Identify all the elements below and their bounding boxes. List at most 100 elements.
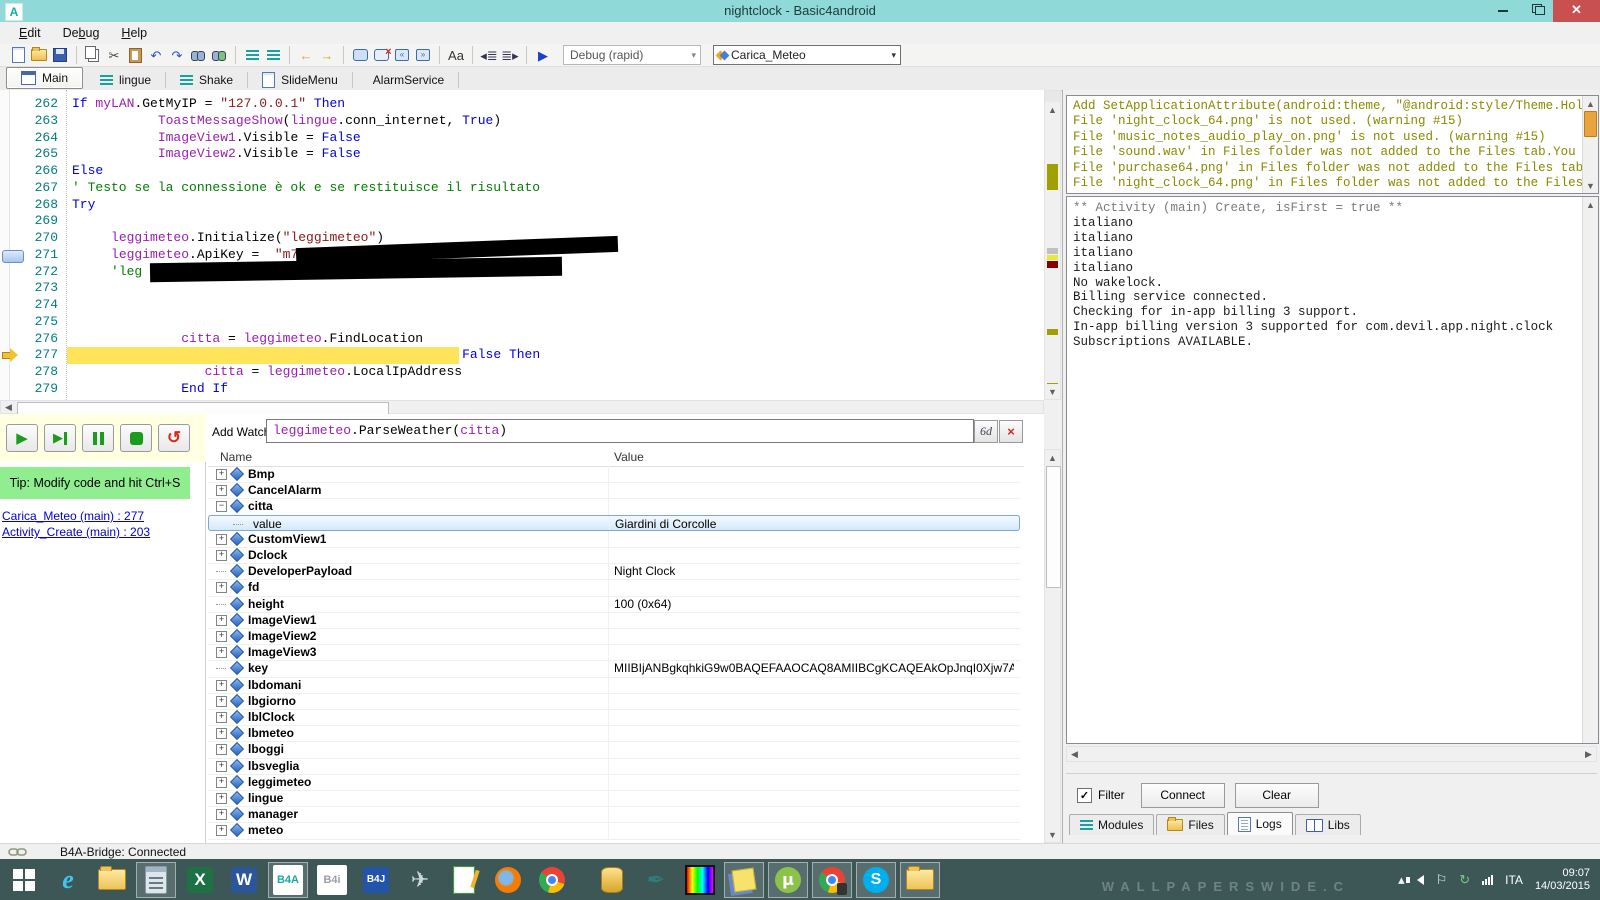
scroll-left-arrow[interactable]: ◀ <box>1 401 16 413</box>
taskbar-color-tool[interactable] <box>680 862 720 898</box>
expand-icon[interactable]: + <box>216 712 227 723</box>
taskbar-chrome[interactable] <box>532 862 572 898</box>
paste-button[interactable] <box>125 45 145 65</box>
code-line[interactable]: leggimeteo.Initialize("leggimeteo") <box>72 230 384 247</box>
taskbar-chrome-profile[interactable] <box>812 862 852 898</box>
scroll-down-arrow[interactable]: ▼ <box>1045 384 1060 399</box>
log-horizontal-scrollbar[interactable]: ◀ ▶ <box>1066 746 1597 762</box>
expand-icon[interactable]: + <box>216 469 227 480</box>
navigate-forward-button[interactable]: → <box>317 45 337 65</box>
tab-files[interactable]: Files <box>1156 814 1224 835</box>
taskbar-skype[interactable]: S <box>856 862 896 898</box>
code-line[interactable]: Else <box>72 163 103 180</box>
code-line[interactable]: 'leg <box>72 264 142 281</box>
watch-row-dclock[interactable]: +Dclock <box>208 547 1020 564</box>
taskbar-calculator[interactable] <box>136 862 176 898</box>
evaluate-watch-button[interactable]: 6d <box>974 420 998 443</box>
taskbar-internet-explorer[interactable]: e <box>48 862 88 898</box>
find-button[interactable] <box>188 45 208 65</box>
code-line[interactable]: ImageView1.Visible = False <box>72 130 361 147</box>
tab-logs[interactable]: Logs <box>1227 812 1293 835</box>
expand-icon[interactable]: + <box>216 793 227 804</box>
outdent-button[interactable]: ◂≣ <box>479 45 499 65</box>
taskbar-start-button[interactable] <box>4 862 44 898</box>
expand-icon[interactable]: + <box>216 582 227 593</box>
code-line[interactable]: ToastMessageShow(lingue.conn_internet, T… <box>72 113 501 130</box>
taskbar-utorrent[interactable]: µ <box>768 862 808 898</box>
collapse-icon[interactable]: − <box>216 501 227 512</box>
menu-edit[interactable]: Edit <box>10 24 50 42</box>
tab-main[interactable]: Main <box>6 67 83 89</box>
signal-icon[interactable] <box>1482 875 1493 885</box>
uncomment-button[interactable]: » <box>413 45 433 65</box>
expand-icon[interactable]: + <box>216 534 227 545</box>
tab-alarmservice[interactable]: AlarmService <box>353 70 458 90</box>
watch-row-meteo[interactable]: +meteo <box>208 822 1020 839</box>
watch-row-lbmeteo[interactable]: +lbmeteo <box>208 725 1020 742</box>
expand-icon[interactable]: + <box>216 485 227 496</box>
taskbar-word[interactable]: W <box>224 862 264 898</box>
comment-button[interactable]: « <box>392 45 412 65</box>
taskbar-b4j[interactable]: B4J <box>356 862 396 898</box>
menu-debug[interactable]: Debug <box>54 24 109 42</box>
select-all-button[interactable] <box>242 45 262 65</box>
autocomplete-button[interactable]: Aa <box>446 45 466 65</box>
add-watch-input[interactable]: leggimeteo.ParseWeather(citta) <box>266 419 974 443</box>
warnings-scrollbar[interactable]: ▲ ▼ <box>1582 96 1598 193</box>
sync-icon[interactable]: ↻ <box>1459 872 1470 888</box>
undo-button[interactable]: ↶ <box>146 45 166 65</box>
watch-row-fd[interactable]: +fd <box>208 579 1020 596</box>
module-selector-dropdown[interactable]: Carica_Meteo▾ <box>713 45 901 65</box>
expand-icon[interactable]: + <box>216 777 227 788</box>
taskbar-b4a[interactable]: B4A <box>268 862 308 898</box>
main-log-box[interactable]: ** Activity (main) Create, isFirst = tru… <box>1066 196 1599 744</box>
clear-breakpoints-button[interactable] <box>371 45 391 65</box>
tab-libs[interactable]: Libs <box>1295 814 1361 835</box>
code-line[interactable]: ImageView2.Visible = False <box>72 146 361 163</box>
network-flag-icon[interactable]: ⚐ <box>1436 872 1448 888</box>
call-stack-link[interactable]: Carica_Meteo (main) : 277 <box>2 509 144 523</box>
log-scrollbar[interactable]: ▲ <box>1582 197 1598 743</box>
expand-icon[interactable]: + <box>216 744 227 755</box>
expand-icon[interactable]: + <box>216 825 227 836</box>
scrollbar-thumb[interactable] <box>1046 466 1061 588</box>
watch-row-leggimeteo[interactable]: +leggimeteo <box>208 774 1020 791</box>
scroll-up-arrow[interactable]: ▲ <box>1045 450 1060 465</box>
language-indicator[interactable]: ITA <box>1505 873 1523 887</box>
volume-icon[interactable] <box>1417 875 1424 885</box>
taskbar-file-manager[interactable] <box>92 862 132 898</box>
taskbar-firefox[interactable] <box>488 862 528 898</box>
code-line[interactable]: ' Testo se la connessione è ok e se rest… <box>72 180 540 197</box>
watch-row-cancelalarm[interactable]: +CancelAlarm <box>208 482 1020 499</box>
open-file-button[interactable] <box>29 45 49 65</box>
expand-icon[interactable]: + <box>216 696 227 707</box>
code-editor[interactable]: 262If myLAN.GetMyIP = "127.0.0.1" Then26… <box>0 90 1044 400</box>
watch-row-customview1[interactable]: +CustomView1 <box>208 531 1020 548</box>
watch-row-imageview3[interactable]: +ImageView3 <box>208 644 1020 661</box>
editor-vertical-scrollbar[interactable]: ▲ ▼ <box>1044 90 1061 400</box>
watch-row-lbsveglia[interactable]: +lbsveglia <box>208 758 1020 775</box>
tab-shake[interactable]: Shake <box>166 70 247 90</box>
scroll-down-arrow[interactable]: ▼ <box>1583 178 1598 193</box>
scroll-right-arrow[interactable]: ▶ <box>1581 747 1596 761</box>
new-file-button[interactable] <box>8 45 28 65</box>
scrollbar-thumb[interactable] <box>1584 111 1597 137</box>
stop-button[interactable] <box>120 424 152 452</box>
taskbar-explorer[interactable] <box>900 862 940 898</box>
tab-modules[interactable]: Modules <box>1069 814 1154 835</box>
cut-button[interactable]: ✂ <box>104 45 124 65</box>
copy-button[interactable] <box>83 45 103 65</box>
goto-line-button[interactable] <box>263 45 283 65</box>
code-line[interactable]: If myLAN.GetMyIP = "127.0.0.1" Then <box>72 96 345 113</box>
step-over-button[interactable]: ▶ <box>44 424 76 452</box>
watch-vertical-scrollbar[interactable]: ▲ ▼ <box>1044 449 1061 843</box>
code-line[interactable]: End If <box>72 381 228 398</box>
save-button[interactable] <box>50 45 70 65</box>
expand-icon[interactable]: + <box>216 631 227 642</box>
indent-button[interactable]: ≣▸ <box>500 45 520 65</box>
expand-icon[interactable]: + <box>216 550 227 561</box>
run-button[interactable]: ▶ <box>533 45 553 65</box>
watch-row-lbdomani[interactable]: +lbdomani <box>208 677 1020 694</box>
menu-help[interactable]: Help <box>112 24 156 42</box>
find-add-button[interactable] <box>209 45 229 65</box>
